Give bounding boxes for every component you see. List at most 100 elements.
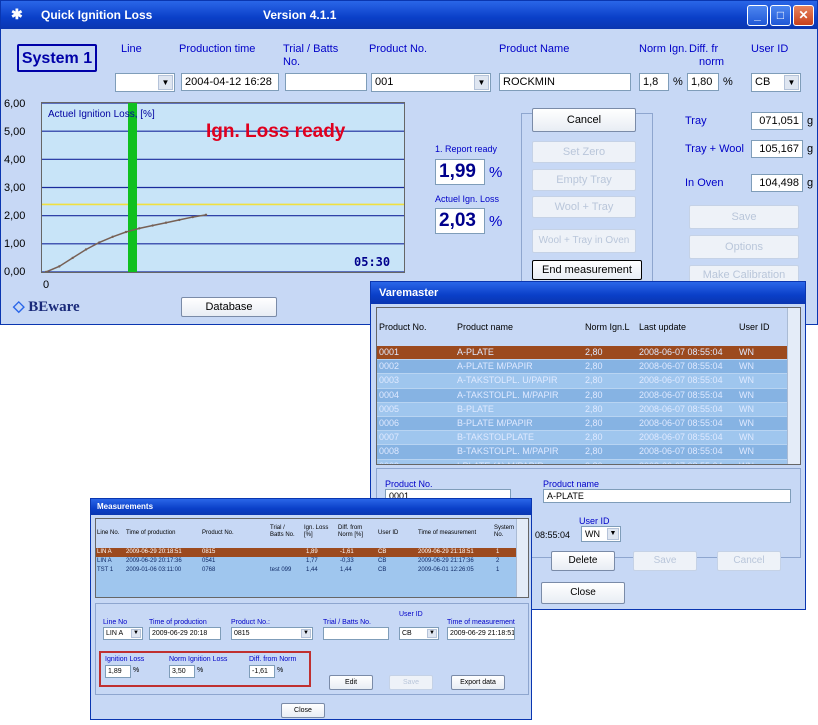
- vm-user-id-select[interactable]: WN ▼: [581, 526, 621, 542]
- ms-ign-label: Ignition Loss: [105, 656, 145, 663]
- varemaster-title: Varemaster: [379, 287, 439, 299]
- column-header: System No.: [494, 525, 515, 538]
- diff-field[interactable]: 1,80: [687, 73, 719, 91]
- column-header: Diff. from Norm [%]: [338, 525, 364, 538]
- ms-meas-field[interactable]: 2009-06-29 21:18:51: [447, 627, 515, 640]
- ms-close-button[interactable]: Close: [281, 703, 325, 718]
- table-cell: WN: [739, 375, 754, 386]
- save-button[interactable]: Save: [689, 205, 799, 229]
- ms-time-field[interactable]: 2009-06-29 20:18: [149, 627, 221, 640]
- ms-save-button[interactable]: Save: [389, 675, 433, 690]
- column-header: Last update: [639, 322, 687, 332]
- tray-wool-value: 105,167: [751, 140, 803, 158]
- norm-header: Norm Ign.: [639, 43, 688, 55]
- chevron-down-icon: ▼: [158, 75, 173, 90]
- column-header: Product No.: [379, 322, 427, 332]
- production-time-header: Production time: [179, 43, 256, 55]
- table-row[interactable]: 0007 B-TAKSTOLPLATE 2,80 2008-06-07 08:55:0…: [377, 431, 788, 446]
- table-cell: WN: [739, 389, 754, 400]
- table-cell: A-TAKSTOLPL. U/PAPIR: [457, 375, 558, 386]
- set-zero-button[interactable]: Set Zero: [532, 141, 636, 163]
- production-time-field[interactable]: 2004-04-12 16:28: [181, 73, 279, 91]
- diff-unit: %: [723, 76, 733, 88]
- wool-tray-button[interactable]: Wool + Tray: [532, 196, 636, 218]
- table-row[interactable]: 0009 I-PLATE (A) M/PAPIR 2,80 2008-06-07 08…: [377, 459, 788, 464]
- ms-export-button[interactable]: Export data: [451, 675, 505, 690]
- varemaster-scrollbar[interactable]: [787, 308, 800, 464]
- table-cell: B-PLATE M/PAPIR: [457, 418, 533, 428]
- table-cell: 2008-06-07 08:55:04: [639, 403, 723, 414]
- line-select[interactable]: ▼: [115, 73, 175, 92]
- data-point: [84, 248, 88, 251]
- y-tick: 6,00: [4, 98, 26, 110]
- ms-product-select[interactable]: 0815 ▼: [231, 627, 313, 640]
- y-tick: 2,00: [4, 210, 26, 222]
- user-id-header: User ID: [751, 43, 789, 55]
- end-measurement-button[interactable]: End measurement: [532, 260, 642, 280]
- ms-line-select[interactable]: LIN A ▼: [103, 627, 143, 640]
- product-name-header: Product Name: [499, 43, 570, 55]
- vm-save-button[interactable]: Save: [633, 551, 697, 571]
- table-cell: WN: [739, 432, 754, 443]
- trial-field[interactable]: [285, 73, 367, 91]
- tray-value: 071,051: [751, 112, 803, 130]
- app-icon: ✱: [11, 6, 23, 22]
- ms-trial-label: Trial / Batts No.: [323, 619, 371, 626]
- chevron-down-icon: ▼: [131, 629, 141, 638]
- table-cell: 1,44: [306, 567, 318, 573]
- table-cell: 1: [496, 549, 500, 555]
- y-tick: 1,00: [4, 238, 26, 250]
- empty-tray-button[interactable]: Empty Tray: [532, 169, 636, 191]
- table-row[interactable]: 0001 A-PLATE 2,80 2008-06-07 08:55:04 WN: [377, 346, 788, 361]
- table-cell: test 099: [270, 567, 292, 573]
- table-row[interactable]: LIN A 2009-06-29 20:17:36 0541 1,77 -0,33 CB 2…: [96, 557, 516, 566]
- table-row[interactable]: 0006 B-PLATE M/PAPIR 2,80 2008-06-07 08:55:…: [377, 417, 788, 432]
- table-row[interactable]: 0004 A-TAKSTOLPL. M/PAPIR 2,80 2008-06-07 0…: [377, 388, 788, 403]
- vm-cancel-button[interactable]: Cancel: [717, 551, 781, 571]
- table-cell: WN: [739, 446, 754, 457]
- database-button[interactable]: Database: [181, 297, 277, 317]
- app-title: Quick Ignition Loss: [41, 8, 153, 22]
- table-row[interactable]: 0003 A-TAKSTOLPL. U/PAPIR 2,80 2008-06-07 0…: [377, 374, 788, 389]
- tray-wool-unit: g: [807, 143, 814, 155]
- table-row[interactable]: 0008 B-TAKSTOLPL. M/PAPIR 2,80 2008-06-07 0…: [377, 445, 788, 460]
- table-cell: 2,80: [585, 403, 603, 414]
- table-row[interactable]: LIN A 2009-06-29 20:18:51 0815 1,89 -1,61 CB 2…: [96, 548, 516, 557]
- minimize-button[interactable]: _: [747, 5, 768, 26]
- ms-edit-button[interactable]: Edit: [329, 675, 373, 690]
- table-cell: 0006: [379, 418, 400, 428]
- chevron-down-icon: ▼: [427, 629, 437, 638]
- chart-status: Ign. Loss ready: [206, 121, 346, 142]
- measurements-window: Measurements Line No. Time of production…: [90, 498, 532, 720]
- cancel-button[interactable]: Cancel: [532, 108, 636, 132]
- table-cell: LIN A: [97, 558, 112, 564]
- actual-label: Actuel Ign. Loss: [435, 194, 500, 204]
- product-name-field[interactable]: ROCKMIN: [499, 73, 631, 91]
- options-button[interactable]: Options: [689, 235, 799, 259]
- table-cell: A-PLATE M/PAPIR: [457, 361, 533, 372]
- wool-oven-button[interactable]: Wool + Tray in Oven: [532, 229, 636, 253]
- table-row[interactable]: TST 1 2009-01-06 03:11:00 0768 test 099 1,44…: [96, 566, 516, 575]
- vm-close-button[interactable]: Close: [541, 582, 625, 604]
- norm-field[interactable]: 1,8: [639, 73, 669, 91]
- maximize-button[interactable]: □: [770, 5, 791, 26]
- data-point: [151, 224, 154, 227]
- data-point: [98, 241, 101, 244]
- system-button[interactable]: System 1: [17, 44, 97, 72]
- ms-user-select[interactable]: CB ▼: [399, 627, 439, 640]
- marker-bar: [128, 103, 137, 272]
- table-cell: 0768: [202, 567, 216, 573]
- measurements-scrollbar[interactable]: [516, 519, 528, 597]
- close-button[interactable]: ✕: [793, 5, 814, 26]
- vm-delete-button[interactable]: Delete: [551, 551, 615, 571]
- ms-product-label: Product No.:: [231, 619, 270, 626]
- table-cell: 2,80: [585, 432, 603, 443]
- user-id-select[interactable]: CB ▼: [751, 73, 801, 92]
- product-no-select[interactable]: 001 ▼: [371, 73, 491, 92]
- table-row[interactable]: 0005 B-PLATE 2,80 2008-06-07 08:55:04 WN: [377, 402, 788, 417]
- table-row[interactable]: 0002 A-PLATE M/PAPIR 2,80 2008-06-07 08:55:…: [377, 360, 788, 375]
- ms-trial-field[interactable]: [323, 627, 389, 640]
- table-cell: LIN A: [97, 549, 112, 555]
- vm-product-name-field[interactable]: A-PLATE: [543, 489, 791, 503]
- table-cell: 2008-06-07 08:55:04: [639, 389, 723, 400]
